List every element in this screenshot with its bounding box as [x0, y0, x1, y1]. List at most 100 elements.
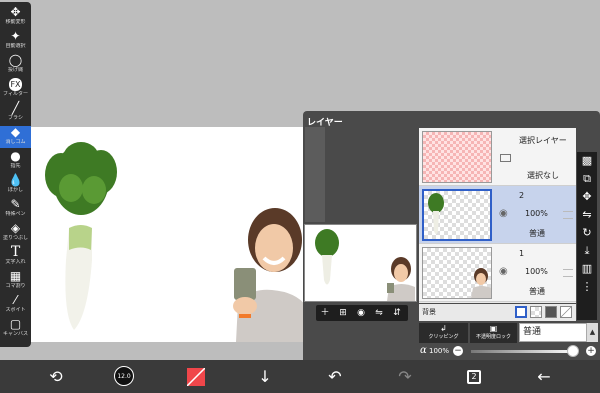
brush-size-value: 12.0 — [114, 366, 134, 386]
alpha-plus-button[interactable]: + — [586, 346, 596, 356]
selection-empty-icon — [500, 154, 511, 162]
tool-frame-divider[interactable]: ▦ コマ割り — [0, 270, 31, 292]
layer-row[interactable]: 2 ◉ 100% 普通 — [419, 186, 576, 244]
background-row: 背景 — [419, 304, 576, 321]
alpha-minus-button[interactable]: − — [453, 346, 463, 356]
duplicate-layer-icon[interactable]: ⊞ — [336, 306, 350, 320]
redo-icon[interactable]: ↷ — [394, 366, 416, 388]
back-icon[interactable]: ← — [533, 366, 555, 388]
blend-mode-select[interactable]: 普通 — [519, 323, 587, 342]
tool-lasso[interactable]: ◯ 投げ縄 — [0, 54, 31, 76]
more-icon[interactable]: ⋮ — [577, 278, 597, 296]
lock-icon: ▣ — [489, 324, 498, 333]
selection-layer-name: 選択レイヤー — [519, 136, 567, 145]
canvas-icon: ▢ — [9, 317, 22, 331]
tool-text[interactable]: T 文字入れ — [0, 244, 31, 268]
drag-handle-icon[interactable] — [563, 211, 573, 219]
tool-eyedropper[interactable]: ⁄ スポイト — [0, 294, 31, 316]
layers-icon[interactable]: 2 — [463, 366, 485, 388]
clipping-button[interactable]: ↲ クリッピング — [419, 323, 468, 343]
layer-blend-mode: 普通 — [529, 229, 545, 238]
finger-icon: ● — [10, 149, 21, 163]
transform-icon[interactable]: ⟲ — [45, 366, 67, 388]
selection-layer-row[interactable]: 選択レイヤー 選択なし — [419, 128, 576, 186]
panel-shade — [305, 127, 325, 222]
layer-name: 2 — [519, 191, 525, 200]
tool-canvas[interactable]: ▢ キャンバス — [0, 318, 31, 340]
bg-dark-swatch[interactable] — [545, 306, 557, 318]
selection-layer-status: 選択なし — [527, 171, 559, 180]
filter-icon: FX — [9, 78, 22, 91]
lasso-icon: ◯ — [8, 53, 23, 67]
tool-blur[interactable]: 💧 ぼかし — [0, 174, 31, 196]
add-layer-icon[interactable]: ＋ — [318, 306, 332, 320]
brush-icon: ╱ — [11, 101, 20, 115]
layer-opacity: 100% — [525, 209, 548, 218]
tool-special-pen[interactable]: ✎ 特殊ペン — [0, 198, 31, 220]
visibility-eye-icon[interactable]: ◉ — [499, 208, 508, 219]
merge-down-icon[interactable]: ⤓ — [577, 242, 597, 260]
checker-icon[interactable]: ▩ — [577, 152, 597, 170]
brush-size-button[interactable]: 12.0 — [114, 366, 136, 388]
flip-vertical-icon[interactable]: ⇵ — [390, 306, 404, 320]
drag-handle-icon[interactable] — [563, 269, 573, 277]
magic-wand-icon: ✦ — [10, 29, 21, 43]
tool-move[interactable]: ✥ 移動変形 — [0, 6, 31, 28]
layer-thumb-image — [428, 193, 444, 234]
fill-icon: ◈ — [10, 221, 21, 235]
bg-white-swatch[interactable] — [515, 306, 527, 318]
move-layer-icon[interactable]: ✥ — [577, 188, 597, 206]
alpha-control: α 100% − + — [419, 344, 599, 358]
tool-brush[interactable]: ╱ ブラシ — [0, 102, 31, 124]
frame-divider-icon: ▦ — [9, 269, 22, 283]
layer-thumb-image — [471, 268, 491, 298]
selection-layer-thumb — [422, 131, 492, 183]
layer-thumb — [422, 189, 492, 241]
layer-list: 選択レイヤー 選択なし 2 ◉ 100% 普通 1 ◉ 100% 普通 — [419, 128, 576, 303]
select-layer-icon[interactable]: ⧉ — [577, 170, 597, 188]
special-pen-icon: ✎ — [10, 197, 21, 211]
blur-icon: 💧 — [8, 173, 23, 187]
clipping-icon: ↲ — [440, 324, 447, 333]
bg-none-swatch[interactable] — [560, 306, 572, 318]
undo-icon[interactable]: ↶ — [324, 366, 346, 388]
layer-thumb — [422, 247, 492, 299]
alpha-slider-knob[interactable] — [567, 345, 579, 357]
layer-side-toolbar: ▩ ⧉ ✥ ⇋ ↻ ⤓ ▥ ⋮ — [577, 152, 597, 320]
canvas-preview[interactable] — [304, 224, 417, 302]
blend-mode-arrow-icon[interactable]: ▲ — [587, 323, 598, 342]
alpha-symbol: α — [420, 345, 427, 356]
eyedropper-icon: ⁄ — [14, 293, 17, 307]
woman-photo — [233, 208, 306, 342]
layer-blend-mode: 普通 — [529, 287, 545, 296]
tool-eraser[interactable]: ◆ 消しゴム — [0, 126, 31, 148]
color-swatch — [187, 368, 205, 386]
camera-icon[interactable]: ◉ — [354, 306, 368, 320]
background-label: 背景 — [422, 308, 436, 316]
visibility-eye-icon[interactable]: ◉ — [499, 266, 508, 277]
flip-layer-icon[interactable]: ⇋ — [577, 206, 597, 224]
bg-checker-swatch[interactable] — [530, 306, 542, 318]
text-icon: T — [10, 244, 21, 260]
trash-icon[interactable]: ▥ — [577, 260, 597, 278]
download-icon[interactable]: ↓ — [254, 366, 276, 388]
opacity-lock-button[interactable]: ▣ 不透明度ロック — [470, 323, 517, 343]
bottom-toolbar: ⟲ 12.0 ↓ ↶ ↷ 2 ← — [0, 360, 600, 393]
tool-filter[interactable]: FX フィルター — [0, 78, 31, 100]
layer-opacity: 100% — [525, 267, 548, 276]
rotate-layer-icon[interactable]: ↻ — [577, 224, 597, 242]
tool-fill[interactable]: ◈ 塗りつぶし — [0, 222, 31, 244]
alpha-value: 100% — [429, 347, 450, 355]
flip-horizontal-icon[interactable]: ⇋ — [372, 306, 386, 320]
tool-finger[interactable]: ● 指先 — [0, 150, 31, 172]
layer-name: 1 — [519, 249, 525, 258]
layer-row[interactable]: 1 ◉ 100% 普通 — [419, 244, 576, 302]
color-button[interactable] — [185, 366, 207, 388]
move-icon: ✥ — [10, 5, 21, 19]
alpha-slider[interactable] — [471, 350, 576, 353]
tool-sidebar: ✥ 移動変形 ✦ 自動選択 ◯ 投げ縄 FX フィルター ╱ ブラシ ◆ 消しゴム ● 指先 … — [0, 2, 31, 347]
tool-magic-wand[interactable]: ✦ 自動選択 — [0, 30, 31, 52]
preview-image — [315, 229, 415, 301]
radish-illustration — [45, 142, 117, 330]
eraser-icon: ◆ — [10, 125, 21, 139]
